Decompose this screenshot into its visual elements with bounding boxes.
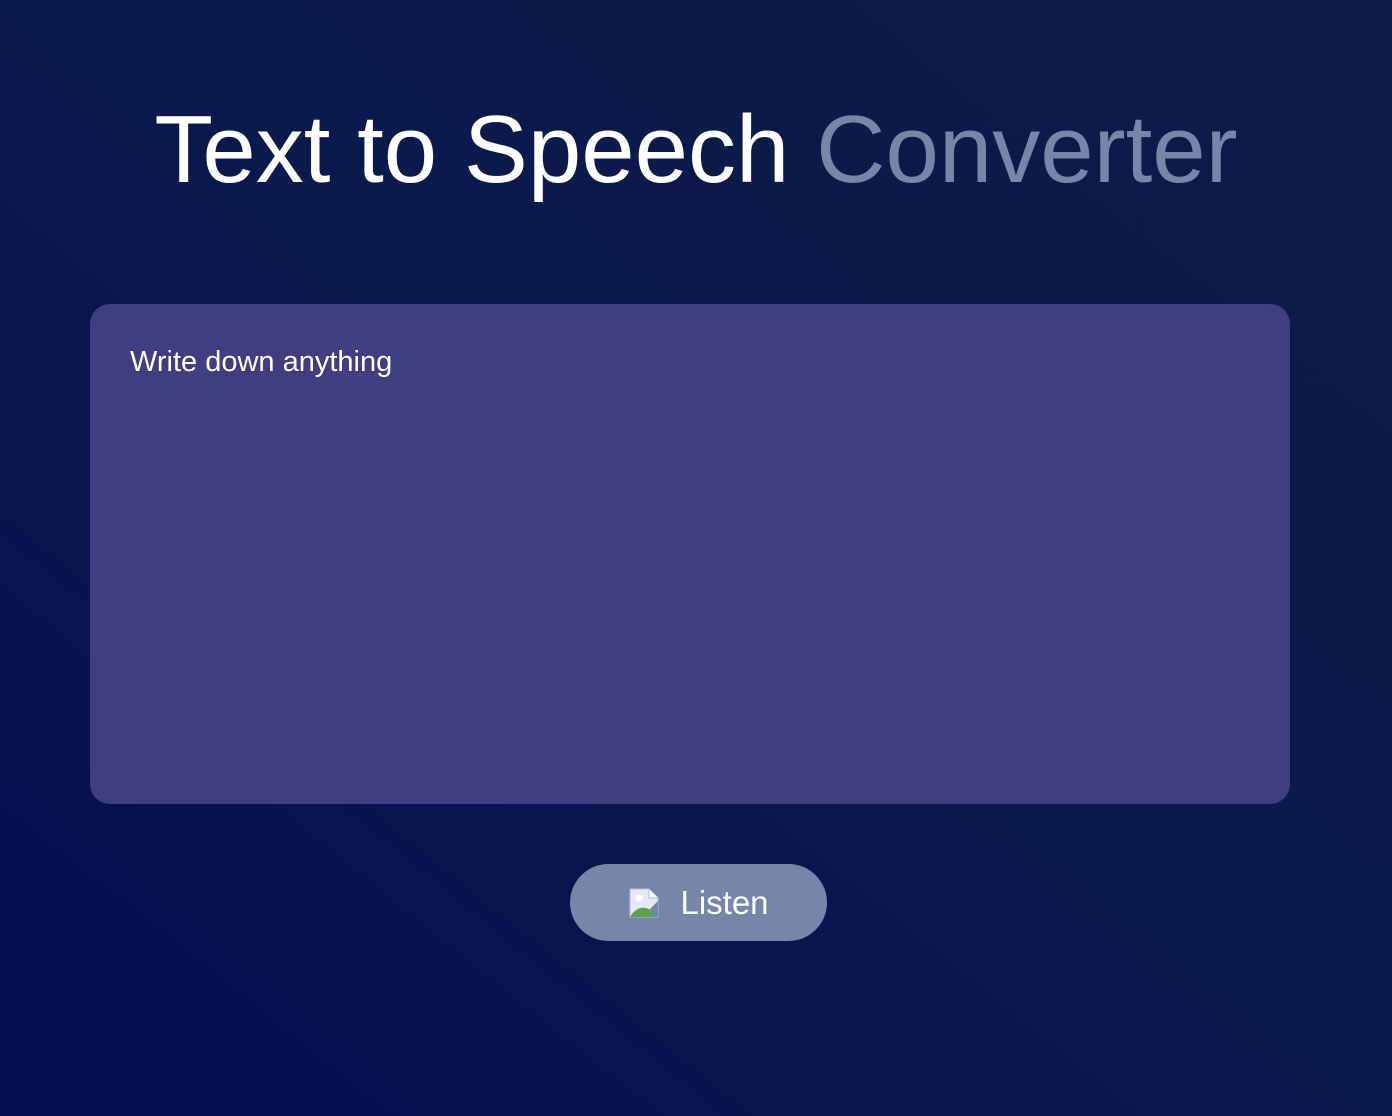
broken-image-icon [628, 887, 660, 919]
page-title: Text to Speech Converter [0, 100, 1392, 200]
title-accent-text: Converter [816, 96, 1238, 203]
listen-button-label: Listen [680, 883, 769, 921]
listen-button[interactable]: Listen [570, 864, 827, 941]
text-input[interactable] [90, 304, 1290, 804]
title-main-text: Text to Speech [154, 96, 790, 203]
